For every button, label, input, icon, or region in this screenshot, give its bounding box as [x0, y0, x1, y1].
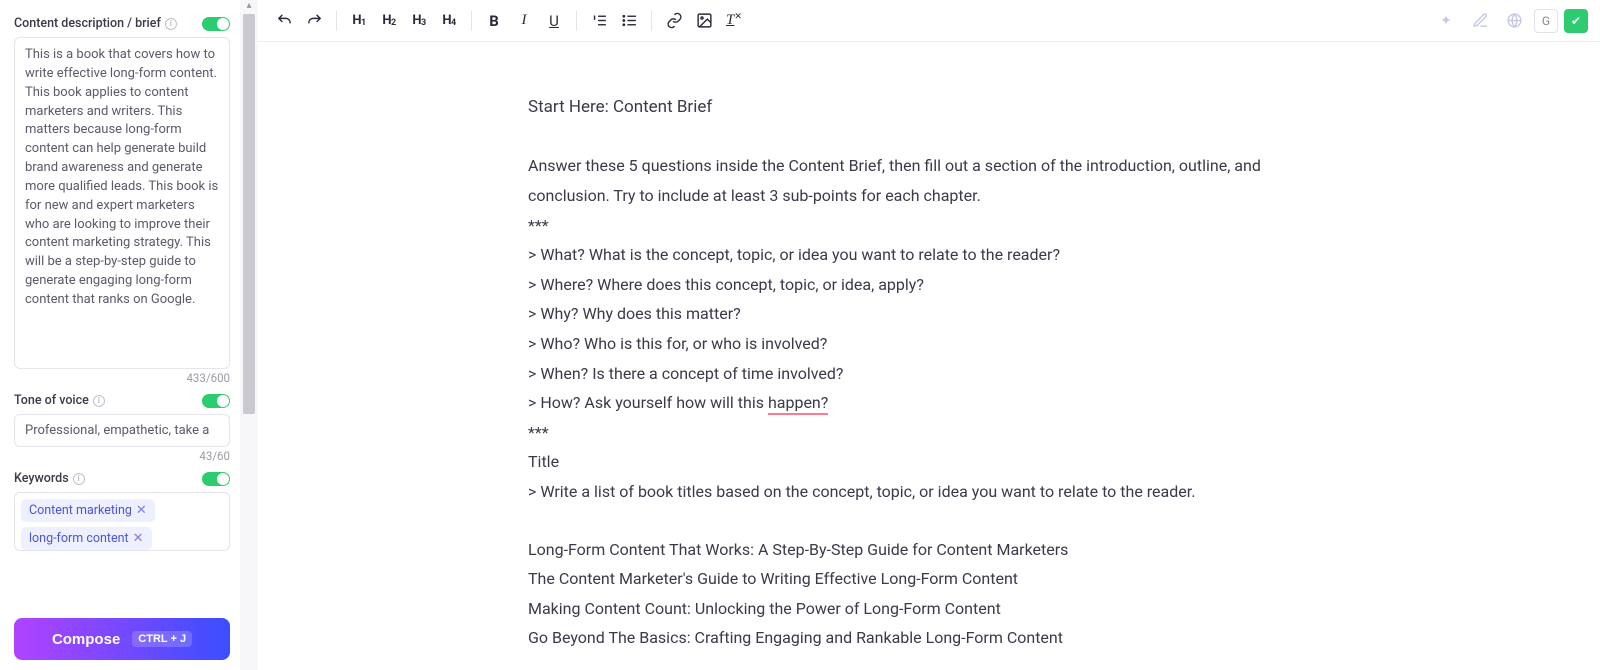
- info-icon[interactable]: i: [73, 473, 85, 485]
- brief-toggle[interactable]: [202, 17, 230, 31]
- sidebar: Content description / brief i 433/600 To…: [0, 0, 240, 670]
- doc-title-option: Go Beyond The Basics: Crafting Engaging …: [528, 623, 1288, 653]
- doc-separator: ***: [528, 211, 1288, 241]
- heading4-button[interactable]: H4: [435, 7, 463, 35]
- doc-section-label: Title: [528, 447, 1288, 477]
- keywords-label: Keywords i: [14, 471, 85, 486]
- image-button[interactable]: [690, 7, 718, 35]
- brief-counter: 433/600: [14, 371, 230, 385]
- doc-question: > When? Is there a concept of time invol…: [528, 359, 1288, 389]
- unordered-list-button[interactable]: [615, 7, 643, 35]
- tone-counter: 43/60: [14, 449, 230, 463]
- doc-question: > How? Ask yourself how will this happen…: [528, 388, 1288, 418]
- doc-intro: Answer these 5 questions inside the Cont…: [528, 151, 1288, 210]
- redo-button[interactable]: [300, 7, 328, 35]
- brief-label: Content description / brief i: [14, 16, 177, 31]
- doc-question: > Who? Who is this for, or who is involv…: [528, 329, 1288, 359]
- doc-title-option: Long-Form Content That Works: A Step-By-…: [528, 535, 1288, 565]
- heading1-button[interactable]: H1: [345, 7, 373, 35]
- keyword-tag-text: long-form content: [29, 531, 129, 546]
- spellcheck-underline[interactable]: happen?: [768, 393, 828, 415]
- globe-icon[interactable]: [1500, 7, 1528, 35]
- doc-title: Start Here: Content Brief: [528, 92, 1288, 123]
- editor-area[interactable]: Start Here: Content Brief Answer these 5…: [258, 42, 1600, 670]
- tone-label-text: Tone of voice: [14, 393, 89, 408]
- separator: [576, 11, 577, 31]
- doc-question: > What? What is the concept, topic, or i…: [528, 240, 1288, 270]
- doc-prompt: > Write a list of book titles based on t…: [528, 477, 1288, 507]
- compose-button[interactable]: Compose CTRL + J: [14, 618, 230, 660]
- close-icon[interactable]: ✕: [133, 531, 144, 546]
- scroll-up-icon[interactable]: ▴: [243, 0, 255, 12]
- keyword-tag[interactable]: long-form content ✕: [21, 527, 152, 550]
- brief-header: Content description / brief i: [14, 16, 230, 31]
- keyword-tag-text: Content marketing: [29, 503, 132, 518]
- brief-textarea[interactable]: [14, 37, 230, 369]
- sidebar-scrollbar[interactable]: ▴: [240, 0, 258, 670]
- toolbar-right: ✦ G ✔: [1432, 7, 1588, 35]
- tone-input[interactable]: [14, 414, 230, 447]
- doc-title-option: The Content Marketer's Guide to Writing …: [528, 564, 1288, 594]
- extension-grammarly-icon[interactable]: G: [1534, 9, 1558, 33]
- keywords-input[interactable]: Content marketing ✕ long-form content ✕: [14, 492, 230, 551]
- keywords-toggle[interactable]: [202, 472, 230, 486]
- separator: [651, 11, 652, 31]
- tone-toggle[interactable]: [202, 394, 230, 408]
- extension-shield-icon[interactable]: ✔: [1564, 9, 1588, 33]
- compose-shortcut: CTRL + J: [132, 631, 192, 647]
- bold-button[interactable]: B: [480, 7, 508, 35]
- heading3-button[interactable]: H3: [405, 7, 433, 35]
- document: Start Here: Content Brief Answer these 5…: [528, 92, 1288, 653]
- separator: [336, 11, 337, 31]
- compose-label: Compose: [52, 631, 120, 648]
- tone-header: Tone of voice i: [14, 393, 230, 408]
- editor-toolbar: H1 H2 H3 H4 B I U T✕ ✦ G ✔: [258, 0, 1600, 42]
- heading2-button[interactable]: H2: [375, 7, 403, 35]
- main: H1 H2 H3 H4 B I U T✕ ✦ G ✔: [258, 0, 1600, 670]
- doc-separator: ***: [528, 418, 1288, 448]
- info-icon[interactable]: i: [165, 18, 177, 30]
- doc-title-option: Making Content Count: Unlocking the Powe…: [528, 594, 1288, 624]
- italic-button[interactable]: I: [510, 7, 538, 35]
- close-icon[interactable]: ✕: [136, 503, 147, 518]
- clear-format-button[interactable]: T✕: [720, 7, 748, 35]
- link-button[interactable]: [660, 7, 688, 35]
- ordered-list-button[interactable]: [585, 7, 613, 35]
- ai-sparkle-icon[interactable]: ✦: [1432, 7, 1460, 35]
- separator: [471, 11, 472, 31]
- keywords-header: Keywords i: [14, 471, 230, 486]
- doc-question: > Why? Why does this matter?: [528, 299, 1288, 329]
- doc-text: > How? Ask yourself how will this: [528, 393, 768, 412]
- keywords-label-text: Keywords: [14, 471, 69, 486]
- undo-button[interactable]: [270, 7, 298, 35]
- brief-label-text: Content description / brief: [14, 16, 161, 31]
- underline-button[interactable]: U: [540, 7, 568, 35]
- doc-question: > Where? Where does this concept, topic,…: [528, 270, 1288, 300]
- keyword-tag[interactable]: Content marketing ✕: [21, 499, 155, 522]
- info-icon[interactable]: i: [93, 395, 105, 407]
- edit-icon[interactable]: [1466, 7, 1494, 35]
- tone-label: Tone of voice i: [14, 393, 105, 408]
- scroll-thumb[interactable]: [243, 14, 255, 414]
